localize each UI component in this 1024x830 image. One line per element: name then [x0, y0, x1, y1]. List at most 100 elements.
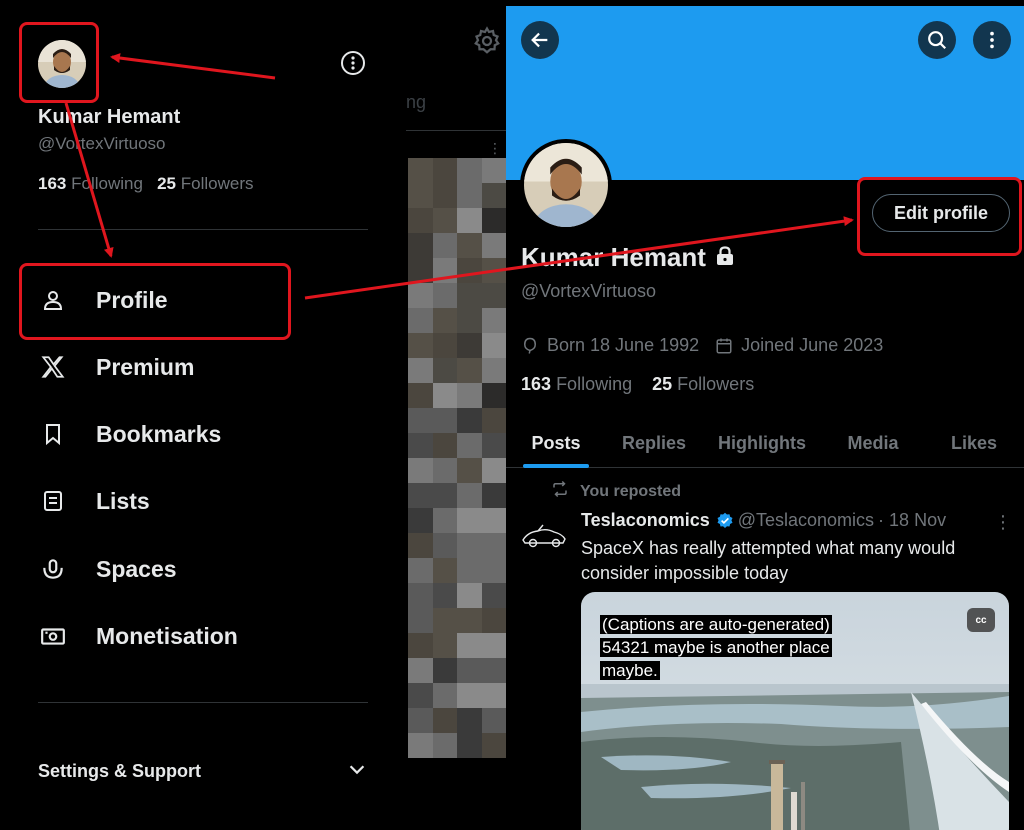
pixel-block	[481, 283, 506, 308]
post-text: SpaceX has really attempted what many wo…	[581, 538, 956, 583]
chevron-down-icon	[346, 758, 368, 785]
background-divider	[406, 130, 506, 131]
profile-tabs: Posts Replies Highlights Media Likes	[506, 420, 1024, 468]
pixel-block	[457, 383, 482, 408]
menu-item-label: Premium	[96, 353, 195, 380]
drawer-divider	[38, 229, 368, 230]
pixel-block	[432, 483, 457, 508]
pixel-block	[481, 458, 506, 483]
drawer-followers-count[interactable]: 25	[157, 174, 176, 193]
caption-line: maybe.	[600, 661, 660, 680]
pixel-block	[481, 233, 506, 258]
pixel-block	[408, 383, 433, 408]
pixel-block	[432, 458, 457, 483]
settings-support-toggle[interactable]: Settings & Support	[38, 758, 368, 785]
drawer-divider-bottom	[38, 702, 368, 703]
pixel-block	[457, 408, 482, 433]
pixel-block	[457, 708, 482, 733]
pixel-block	[481, 608, 506, 633]
tab-posts[interactable]: Posts	[506, 420, 606, 467]
pixel-block	[481, 683, 506, 708]
pixel-block	[432, 358, 457, 383]
menu-item-monetisation[interactable]: Monetisation	[38, 616, 238, 656]
balloon-icon	[521, 337, 539, 355]
pixel-block	[457, 658, 482, 683]
pixel-block	[408, 683, 433, 708]
more-options-icon[interactable]	[340, 50, 366, 76]
pixel-block	[481, 708, 506, 733]
background-more-icon: ⋮	[488, 140, 502, 156]
pixel-block	[408, 233, 433, 258]
menu-item-premium[interactable]: Premium	[38, 347, 194, 387]
born-date: Born 18 June 1992	[547, 335, 700, 355]
more-vertical-icon	[990, 31, 994, 49]
tab-replies[interactable]: Replies	[606, 420, 702, 467]
pixel-block	[457, 233, 482, 258]
post-author-name[interactable]: Teslaconomics	[581, 510, 710, 531]
pixel-block	[408, 358, 433, 383]
pixel-block	[457, 733, 482, 758]
drawer-following-count[interactable]: 163	[38, 174, 66, 193]
followers-count[interactable]: 25	[652, 374, 672, 394]
drawer-following-label[interactable]: Following	[71, 174, 143, 193]
highlight-box-avatar	[19, 22, 99, 103]
lock-icon	[716, 242, 734, 273]
pixel-block	[457, 333, 482, 358]
profile-avatar[interactable]	[520, 139, 612, 231]
pixel-block	[481, 583, 506, 608]
money-icon	[38, 621, 68, 651]
pixel-block	[457, 358, 482, 383]
pixel-block	[457, 583, 482, 608]
x-logo-icon	[38, 352, 68, 382]
video-captions: (Captions are auto-generated) 54321 mayb…	[600, 613, 832, 682]
drawer-followers-label[interactable]: Followers	[181, 174, 254, 193]
pixel-block	[457, 283, 482, 308]
profile-handle: @VortexVirtuoso	[521, 281, 657, 301]
pixel-block	[481, 308, 506, 333]
profile-name-text: Kumar Hemant	[521, 242, 706, 272]
pixel-block	[408, 183, 433, 208]
pixel-block	[432, 383, 457, 408]
menu-item-spaces[interactable]: Spaces	[38, 549, 177, 589]
following-count[interactable]: 163	[521, 374, 551, 394]
closed-captions-icon[interactable]: cc	[967, 608, 995, 632]
pixel-block	[408, 308, 433, 333]
gear-icon[interactable]	[472, 26, 502, 56]
settings-support-label: Settings & Support	[38, 761, 201, 781]
tab-highlights[interactable]: Highlights	[702, 420, 822, 467]
pixel-block	[432, 283, 457, 308]
pixel-block	[481, 333, 506, 358]
menu-item-label: Lists	[96, 487, 150, 514]
pixel-block	[408, 608, 433, 633]
post-author-handle[interactable]: @Teslaconomics	[738, 510, 874, 531]
pixel-block	[408, 408, 433, 433]
tab-media[interactable]: Media	[822, 420, 924, 467]
back-button[interactable]	[521, 21, 559, 59]
tab-likes[interactable]: Likes	[924, 420, 1024, 467]
pixel-block	[408, 158, 433, 183]
pixel-block	[432, 533, 457, 558]
pixel-block	[432, 308, 457, 333]
background-tab-fragment: ng	[406, 92, 427, 112]
pixel-block	[481, 158, 506, 183]
repost-indicator: You reposted	[550, 480, 681, 503]
following-label[interactable]: Following	[556, 374, 632, 394]
pixel-block	[457, 633, 482, 658]
post-author-avatar[interactable]	[520, 520, 568, 550]
verified-badge-icon	[716, 512, 734, 530]
post-more-icon[interactable]: ⋮	[994, 512, 1012, 533]
profile-more-button[interactable]	[973, 21, 1011, 59]
menu-item-bookmarks[interactable]: Bookmarks	[38, 414, 221, 454]
followers-label[interactable]: Followers	[677, 374, 754, 394]
menu-item-label: Spaces	[96, 555, 177, 582]
search-button[interactable]	[918, 21, 956, 59]
pixel-block	[432, 258, 457, 283]
pixel-block	[457, 483, 482, 508]
pixel-block	[408, 483, 433, 508]
spaces-icon	[38, 554, 68, 584]
pixel-block	[457, 608, 482, 633]
drawer-user-name: Kumar Hemant	[38, 106, 181, 128]
menu-item-lists[interactable]: Lists	[38, 481, 150, 521]
pixel-block	[457, 208, 482, 233]
pixel-block	[457, 433, 482, 458]
